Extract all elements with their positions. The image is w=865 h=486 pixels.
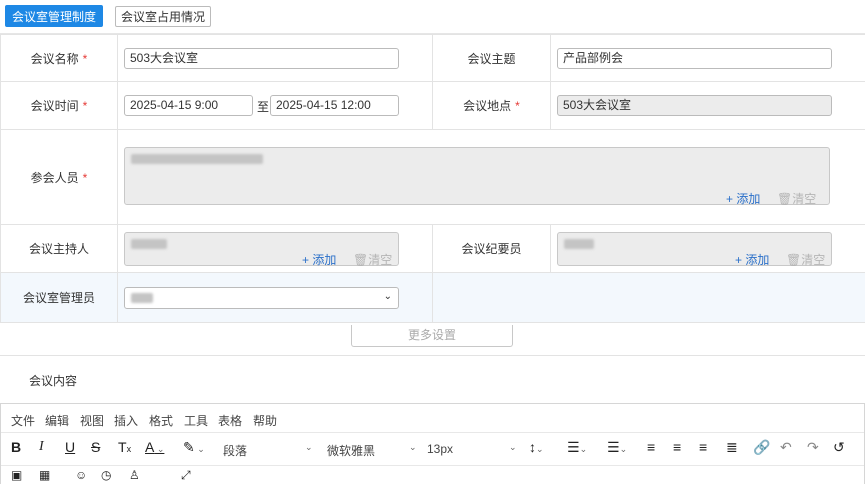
attendees-add-button[interactable]: + 添加 (726, 190, 760, 207)
redo-icon[interactable]: ↷ (807, 439, 819, 456)
meeting-location-input[interactable]: 503大会议室 (557, 95, 832, 116)
menu-insert[interactable]: 插入 (114, 412, 138, 429)
bullet-list-icon[interactable]: ☰⌄ (567, 439, 587, 456)
fullscreen-icon[interactable]: ⤢ (181, 468, 191, 483)
font-size-select[interactable]: 13px ⌄ (427, 442, 519, 456)
recorder-clear-button[interactable]: 🗑清空 (786, 251, 825, 268)
align-justify-icon[interactable]: ≣ (726, 439, 738, 456)
editor-toolbar-row2: ▣ ▦ ☺ ◷ ♙ ⤢ (1, 466, 864, 486)
image-icon[interactable]: ▣ (11, 468, 22, 482)
undo-icon[interactable]: ↶ (780, 439, 792, 456)
meeting-topic-label: 会议主题 (432, 34, 551, 82)
menu-format[interactable]: 格式 (149, 412, 173, 429)
line-height-icon[interactable]: ↕⌄ (529, 439, 544, 455)
menu-view[interactable]: 视图 (80, 412, 104, 429)
attendees-label: 参会人员 * (0, 129, 118, 225)
trash-icon: 🗑 (786, 253, 802, 267)
trash-icon: 🗑 (353, 253, 369, 267)
room-admin-redacted (131, 293, 153, 303)
meeting-location-label: 会议地点 * (432, 81, 551, 130)
occupancy-tab-button[interactable]: 会议室占用情况 (115, 6, 211, 27)
host-field[interactable]: + 添加 🗑清空 (124, 232, 399, 268)
trash-icon: 🗑 (777, 192, 793, 206)
menu-edit[interactable]: 编辑 (45, 412, 69, 429)
meeting-name-input[interactable]: 503大会议室 (124, 48, 399, 69)
content-label: 会议内容 (29, 374, 78, 388)
top-tab-bar: 会议室管理制度 会议室占用情况 (0, 0, 865, 34)
numbered-list-icon[interactable]: ☰⌄ (607, 439, 627, 456)
font-family-select[interactable]: 微软雅黑 ⌄ (327, 442, 419, 459)
align-center-icon[interactable]: ≡ (673, 439, 681, 455)
host-label: 会议主持人 (0, 224, 118, 273)
host-clear-button[interactable]: 🗑清空 (353, 251, 392, 268)
room-admin-label: 会议室管理员 (0, 272, 118, 323)
editor-menubar: 文件 编辑 视图 插入 格式 工具 表格 帮助 (1, 404, 864, 433)
meeting-name-label: 会议名称 * (0, 34, 118, 82)
bold-icon[interactable]: B (11, 439, 21, 455)
clear-format-icon[interactable]: Tx (118, 439, 131, 455)
clock-icon[interactable]: ◷ (101, 468, 111, 482)
recorder-field[interactable]: + 添加 🗑清空 (557, 232, 832, 268)
highlight-color-icon[interactable]: ✎ ⌄ (183, 439, 205, 456)
text-color-icon[interactable]: A ⌄ (145, 439, 164, 455)
menu-help[interactable]: 帮助 (253, 412, 277, 429)
room-admin-select[interactable]: ⌄ (124, 287, 399, 309)
link-icon[interactable]: 🔗 (753, 439, 770, 456)
table-icon[interactable]: ▦ (39, 468, 50, 482)
align-left-icon[interactable]: ≡ (647, 439, 655, 455)
align-right-icon[interactable]: ≡ (699, 439, 707, 455)
menu-tools[interactable]: 工具 (184, 412, 208, 429)
underline-icon[interactable]: U (65, 439, 75, 455)
time-separator: 至 (257, 100, 270, 114)
recorder-add-button[interactable]: + 添加 (735, 251, 769, 268)
meeting-topic-input[interactable]: 产品部例会 (557, 48, 832, 69)
more-settings-bar: 更多设置 (0, 325, 865, 356)
recorder-label: 会议纪要员 (432, 224, 551, 273)
policy-tab-button[interactable]: 会议室管理制度 (5, 5, 103, 27)
meeting-time-label: 会议时间 * (0, 81, 118, 130)
rich-text-editor: 文件 编辑 视图 插入 格式 工具 表格 帮助 B I U S Tx A ⌄ ✎… (0, 403, 865, 484)
more-settings-button[interactable]: 更多设置 (351, 325, 513, 347)
user-icon[interactable]: ♙ (129, 468, 140, 482)
paragraph-select[interactable]: 段落 ⌄ (223, 442, 315, 459)
start-time-input[interactable]: 2025-04-15 9:00 (124, 95, 253, 116)
host-redacted (131, 239, 167, 249)
editor-toolbar: B I U S Tx A ⌄ ✎ ⌄ 段落 ⌄ 微软雅黑 ⌄ 13px ⌄ ↕⌄ ☰⌄… (1, 433, 864, 466)
menu-table[interactable]: 表格 (218, 412, 242, 429)
emoji-icon[interactable]: ☺ (75, 468, 87, 482)
strikethrough-icon[interactable]: S (91, 439, 100, 455)
attendees-redacted (131, 154, 263, 164)
attendees-field[interactable]: + 添加 🗑清空 (124, 147, 830, 207)
host-add-button[interactable]: + 添加 (302, 251, 336, 268)
meeting-form: 会议名称 * 503大会议室 会议主题 产品部例会 会议时间 * 2025-04-1… (0, 34, 865, 323)
italic-icon[interactable]: I (39, 439, 44, 455)
attendees-clear-button[interactable]: 🗑清空 (777, 190, 816, 207)
end-time-input[interactable]: 2025-04-15 12:00 (270, 95, 399, 116)
chevron-down-icon: ⌄ (383, 291, 392, 302)
recorder-redacted (564, 239, 594, 249)
menu-file[interactable]: 文件 (11, 412, 35, 429)
history-icon[interactable]: ↺ (833, 439, 845, 456)
